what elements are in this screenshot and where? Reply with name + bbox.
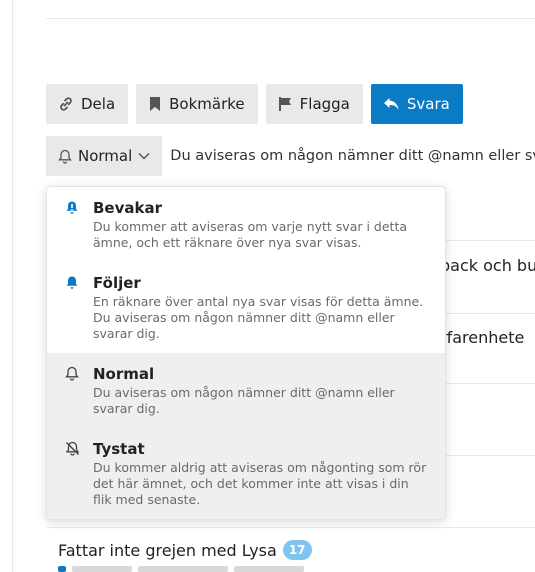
topic-page: Dela Bokmärke Flagga Svara Normal Du avi… [0,0,535,572]
option-title: Följer [93,274,141,292]
notification-level-button[interactable]: Normal [46,136,163,176]
reply-label: Svara [406,95,450,113]
bell-outline-icon [58,149,72,164]
dropdown-option-muted[interactable]: Tystat Du kommer aldrig att aviseras om … [47,428,445,519]
link-icon [60,97,72,111]
bookmark-label: Bokmärke [169,95,245,113]
suggested-topic[interactable]: Fattar inte grejen med Lysa 17 [58,540,312,560]
option-title: Tystat [93,440,145,458]
notification-row: Normal Du aviseras om någon nämner ditt … [46,136,535,176]
bookmark-button[interactable]: Bokmärke [136,84,258,124]
reply-button[interactable]: Svara [370,84,463,124]
bell-filled-icon [66,201,78,214]
share-button[interactable]: Dela [46,84,129,124]
reply-icon [383,98,399,110]
dropdown-option-normal[interactable]: Normal Du aviseras om någon nämner ditt … [47,353,445,428]
background-topic-fragment[interactable]: rfarenhete [440,328,535,347]
new-posts-badge: 17 [282,540,312,560]
chevron-down-icon [138,152,150,160]
suggested-topic-title[interactable]: Fattar inte grejen med Lysa [58,541,277,560]
notification-status-text: Du aviseras om någon nämner ditt @namn e… [170,148,535,164]
option-title: Normal [93,365,155,383]
option-title: Bevakar [93,199,163,217]
background-topic-fragment[interactable]: back och bu [440,256,535,275]
top-divider [46,18,535,19]
notification-level-dropdown: Bevakar Du kommer att aviseras om varje … [46,186,446,520]
option-description: Du aviseras om någon nämner ditt @namn e… [93,385,395,416]
bell-filled-icon [66,276,78,289]
option-description: Du kommer att aviseras om varje nytt sva… [93,219,408,250]
flag-label: Flagga [299,95,350,113]
suggested-topic-meta [58,566,358,572]
notification-level-label: Normal [78,147,133,165]
dropdown-option-tracking[interactable]: Följer En räknare över antal nya svar vi… [47,262,445,353]
option-description: Du kommer aldrig att aviseras om någonti… [93,460,427,507]
bookmark-icon [150,97,161,111]
background-divider [46,527,535,528]
option-description: En räknare över antal nya svar visas för… [93,294,424,341]
share-label: Dela [81,95,116,113]
dropdown-option-watching[interactable]: Bevakar Du kommer att aviseras om varje … [47,187,445,262]
topic-footer-buttons: Dela Bokmärke Flagga Svara [46,84,463,124]
flag-icon [278,97,291,111]
bell-slash-icon [65,441,80,456]
left-divider [12,0,13,572]
flag-button[interactable]: Flagga [265,84,363,124]
bell-outline-icon [65,366,79,381]
